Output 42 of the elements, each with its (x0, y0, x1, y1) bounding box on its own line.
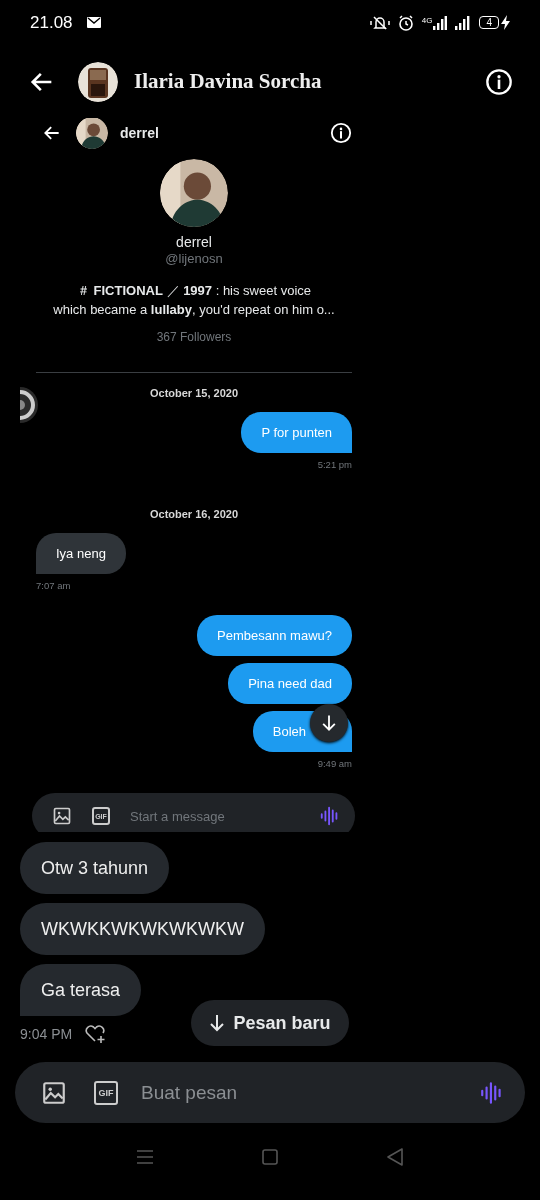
image-icon[interactable] (52, 806, 72, 826)
new-messages-button[interactable]: Pesan baru (191, 1000, 349, 1046)
back-triangle-icon[interactable] (386, 1148, 404, 1166)
profile-handle: @lijenosn (165, 251, 223, 267)
date-separator: October 15, 2020 (148, 387, 240, 399)
message-bubble: P for punten (241, 412, 352, 453)
message-time: 5:21 pm (317, 459, 352, 470)
info-icon[interactable] (330, 122, 352, 144)
contact-name: derrel (120, 125, 160, 141)
message-time: 7:07 am (36, 580, 71, 591)
heart-plus-icon[interactable] (84, 1024, 107, 1044)
message-placeholder: Buat pesan (141, 1081, 239, 1104)
message-bubble: Ga terasa (20, 964, 142, 1016)
signal-icon (433, 15, 448, 30)
followers-count: 367 Followers (156, 330, 232, 344)
mail-icon (86, 17, 101, 28)
message-bubble: WKWKKWKWKWKWKW (20, 903, 265, 955)
mute-bell-icon (369, 14, 390, 31)
contact-name: Ilaria Davina Sorcha (134, 69, 323, 94)
image-icon[interactable] (41, 1079, 67, 1106)
profile-bio: ＃ FICTIONAL ／ 1997 : his sweet voice which became a lullaby, you'd repeat on him o... (53, 282, 335, 319)
message-bubble: Otw 3 tahunn (20, 842, 170, 894)
scroll-down-button[interactable] (310, 704, 348, 742)
signal-icon (455, 15, 472, 30)
charging-icon (501, 15, 510, 30)
gif-icon[interactable]: GIF (94, 1080, 118, 1105)
clock-time: 21.08 (30, 12, 73, 33)
battery-level: 4 (479, 16, 499, 29)
composer-placeholder: Start a message (130, 808, 226, 824)
alarm-icon (397, 14, 414, 31)
arrow-down-icon (209, 1014, 226, 1032)
message-bubble: Pembesann mawu? (197, 615, 352, 656)
profile-name: derrel (176, 233, 212, 251)
message-time: 9:04 PM (20, 1026, 73, 1042)
message-bubble: Pina need dad (228, 663, 352, 704)
message-time: 9:49 am (317, 758, 352, 769)
home-square-icon[interactable] (262, 1149, 278, 1165)
network-type: 4G (421, 15, 433, 25)
message-composer[interactable]: GIF Buat pesan (15, 1062, 525, 1123)
date-separator: October 16, 2020 (148, 508, 240, 520)
message-bubble: Iya neng (36, 533, 126, 574)
info-icon[interactable] (485, 67, 513, 96)
